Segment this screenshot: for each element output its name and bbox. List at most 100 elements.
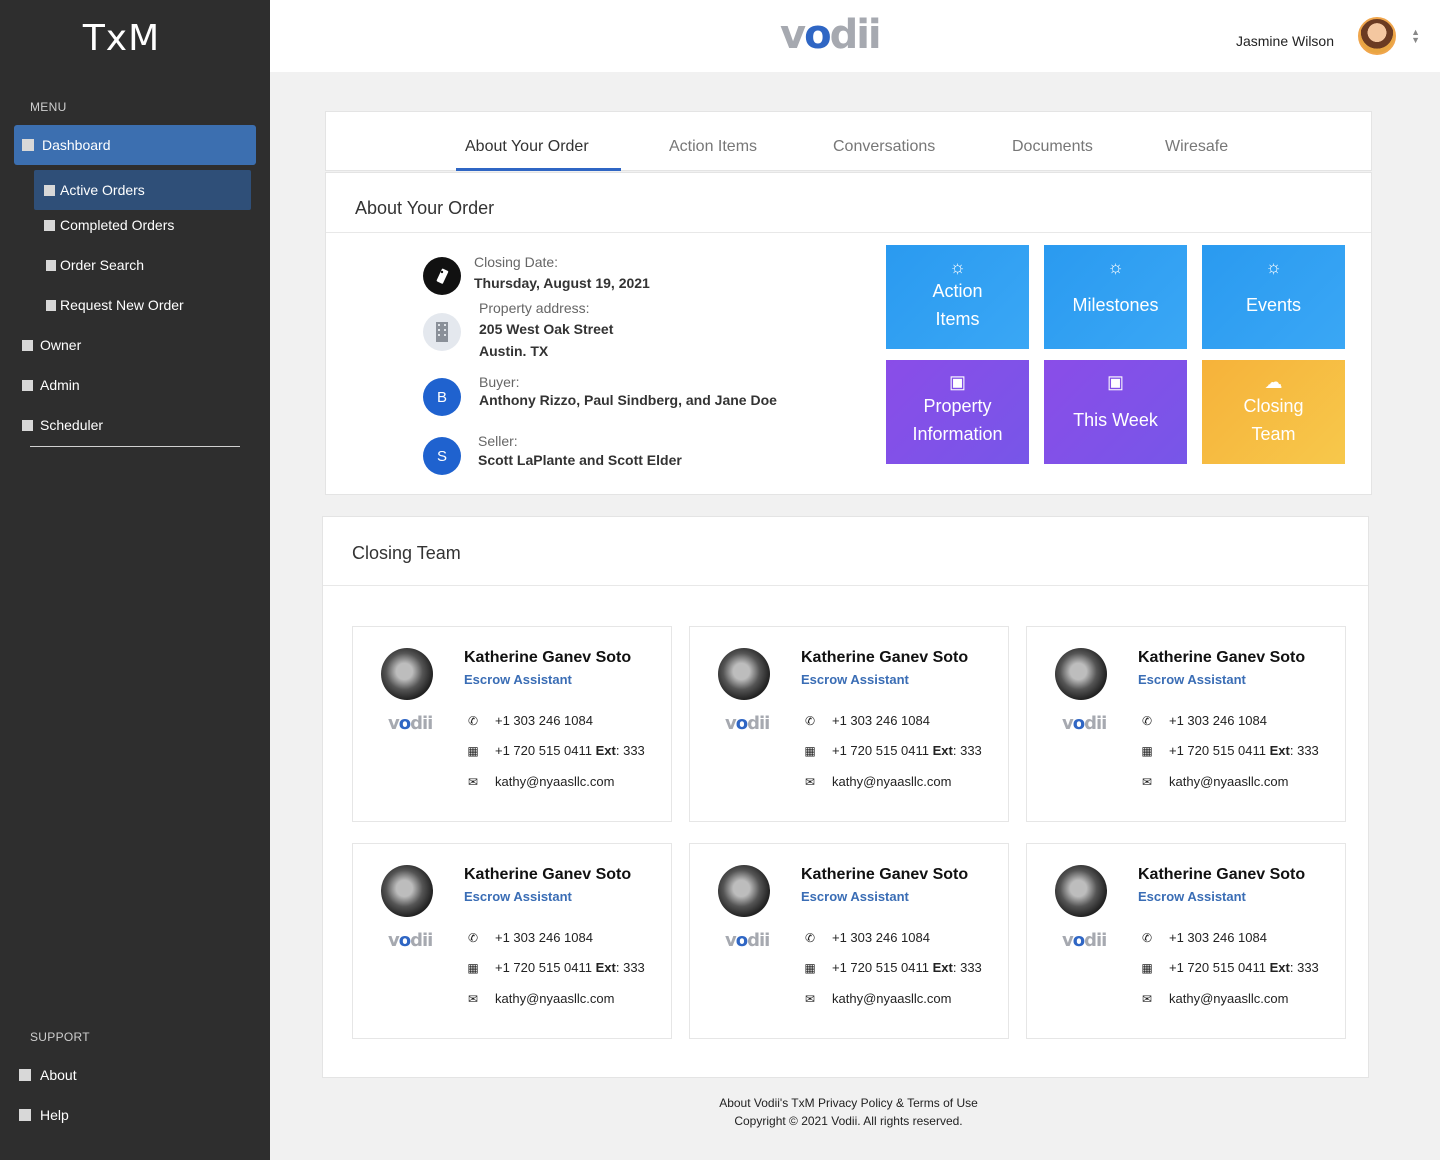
tab-conversations[interactable]: Conversations (833, 138, 935, 156)
member-role: Escrow Assistant (801, 672, 909, 687)
fax-icon: ▦ (467, 743, 479, 758)
sunrise-icon: ☼ (949, 257, 966, 277)
cloud-icon: ☁ (1264, 372, 1283, 392)
team-member-card[interactable]: vodii Katherine Ganev Soto Escrow Assistan… (352, 626, 672, 822)
member-name: Katherine Ganev Soto (1138, 866, 1306, 883)
sidebar-item-label: Scheduler (40, 417, 104, 433)
phone-icon: ✆ (1141, 713, 1153, 728)
member-office-phone[interactable]: ▦ +1 720 515 0411 Ext: 333 (802, 960, 981, 975)
member-role: Escrow Assistant (464, 889, 572, 904)
sort-caret-icon[interactable]: ▲ ▼ (1411, 28, 1420, 45)
member-role: Escrow Assistant (464, 672, 572, 687)
tab-documents[interactable]: Documents (1012, 138, 1093, 156)
sidebar-item-about[interactable]: About (19, 1065, 77, 1085)
sidebar-item-completed-orders[interactable]: Completed Orders (44, 215, 174, 235)
team-member-card[interactable]: vodii Katherine Ganev Soto Escrow Assistan… (1026, 626, 1346, 822)
footer-links[interactable]: About Vodii's TxM Privacy Policy & Terms… (325, 1096, 1372, 1110)
vodii-logo: vodii (388, 713, 433, 734)
sidebar-item-scheduler[interactable]: Scheduler (22, 415, 103, 435)
phone-icon: ✆ (804, 930, 816, 945)
tile-action-items[interactable]: ☼ Action Items (886, 245, 1029, 349)
team-member-card[interactable]: vodii Katherine Ganev Soto Escrow Assistan… (1026, 843, 1346, 1039)
phone-icon: ✆ (804, 713, 816, 728)
sidebar-item-dashboard[interactable]: Dashboard (14, 125, 256, 165)
closing-date-value: Thursday, August 19, 2021 (474, 275, 650, 291)
sidebar-item-admin[interactable]: Admin (22, 375, 80, 395)
tab-about-your-order[interactable]: About Your Order (465, 138, 589, 156)
mail-icon: ✉ (467, 774, 479, 789)
section-title: About Your Order (355, 198, 495, 218)
member-phone[interactable]: ✆ +1 303 246 1084 (1139, 713, 1267, 728)
member-office-phone[interactable]: ▦ +1 720 515 0411 Ext: 333 (802, 743, 981, 758)
square-icon (44, 219, 55, 231)
buyer-avatar: B (423, 378, 461, 416)
fax-icon: ▦ (1141, 960, 1153, 975)
buyer-label: Buyer: (479, 374, 520, 390)
calendar-icon: ▣ (1106, 372, 1125, 392)
sidebar-item-label: Order Search (60, 257, 145, 273)
member-office-phone[interactable]: ▦ +1 720 515 0411 Ext: 333 (465, 960, 644, 975)
member-name: Katherine Ganev Soto (801, 649, 969, 666)
footer-copyright: Copyright © 2021 Vodii. All rights reser… (734, 1114, 963, 1128)
user-avatar[interactable] (1358, 17, 1396, 55)
sidebar-item-request-new-order[interactable]: Request New Order (46, 295, 184, 315)
mail-icon: ✉ (804, 991, 816, 1006)
tab-wiresafe[interactable]: Wiresafe (1165, 138, 1228, 156)
sidebar-item-owner[interactable]: Owner (22, 335, 81, 355)
member-name: Katherine Ganev Soto (801, 866, 969, 883)
sidebar-item-label: About (40, 1067, 77, 1083)
tile-this-week[interactable]: ▣ This Week (1044, 360, 1187, 464)
app-brand: TxM (82, 18, 161, 59)
member-role: Escrow Assistant (1138, 672, 1246, 687)
avatar (1055, 648, 1107, 700)
team-member-card[interactable]: vodii Katherine Ganev Soto Escrow Assistan… (352, 843, 672, 1039)
vodii-logo[interactable]: vodii (780, 12, 882, 58)
property-address-line1: 205 West Oak Street (479, 321, 614, 337)
sidebar-item-active-orders[interactable]: Active Orders (34, 170, 251, 210)
mail-icon: ✉ (1141, 774, 1153, 789)
member-phone[interactable]: ✆ +1 303 246 1084 (802, 930, 930, 945)
sunrise-icon: ☼ (1265, 257, 1282, 277)
tile-milestones[interactable]: ☼ Milestones (1044, 245, 1187, 349)
member-phone[interactable]: ✆ +1 303 246 1084 (802, 713, 930, 728)
section-divider (326, 232, 1371, 233)
tile-closing-team[interactable]: ☁ Closing Team (1202, 360, 1345, 464)
member-phone[interactable]: ✆ +1 303 246 1084 (1139, 930, 1267, 945)
user-name[interactable]: Jasmine Wilson (1236, 33, 1334, 49)
member-office-phone[interactable]: ▦ +1 720 515 0411 Ext: 333 (1139, 960, 1318, 975)
sidebar-item-label: Owner (40, 337, 82, 353)
fax-icon: ▦ (1141, 743, 1153, 758)
square-icon (46, 259, 56, 271)
member-office-phone[interactable]: ▦ +1 720 515 0411 Ext: 333 (1139, 743, 1318, 758)
sidebar-item-order-search[interactable]: Order Search (46, 255, 144, 275)
sidebar: TxM MENU Dashboard Active Orders Complet… (0, 0, 270, 1160)
member-email[interactable]: ✉ kathy@nyaasllc.com (465, 991, 614, 1006)
team-member-card[interactable]: vodii Katherine Ganev Soto Escrow Assistan… (689, 843, 1009, 1039)
building-icon (423, 313, 461, 351)
member-phone[interactable]: ✆ +1 303 246 1084 (465, 930, 593, 945)
support-label: SUPPORT (30, 1030, 90, 1044)
sidebar-item-label: Help (40, 1107, 69, 1123)
mail-icon: ✉ (467, 991, 479, 1006)
member-phone[interactable]: ✆ +1 303 246 1084 (465, 713, 593, 728)
member-email[interactable]: ✉ kathy@nyaasllc.com (465, 774, 614, 789)
member-email[interactable]: ✉ kathy@nyaasllc.com (1139, 774, 1288, 789)
sidebar-item-help[interactable]: Help (19, 1105, 69, 1125)
member-office-phone[interactable]: ▦ +1 720 515 0411 Ext: 333 (465, 743, 644, 758)
tile-events[interactable]: ☼ Events (1202, 245, 1345, 349)
member-email[interactable]: ✉ kathy@nyaasllc.com (1139, 991, 1288, 1006)
avatar (718, 648, 770, 700)
team-member-card[interactable]: vodii Katherine Ganev Soto Escrow Assistan… (689, 626, 1009, 822)
square-icon (22, 139, 34, 151)
member-email[interactable]: ✉ kathy@nyaasllc.com (802, 991, 951, 1006)
member-email[interactable]: ✉ kathy@nyaasllc.com (802, 774, 951, 789)
phone-icon: ✆ (1141, 930, 1153, 945)
order-tabs: About Your Order Action Items Conversati… (325, 111, 1372, 171)
square-icon (19, 1109, 31, 1121)
sunrise-icon: ☼ (1107, 257, 1124, 277)
square-icon (19, 1069, 31, 1081)
tab-action-items[interactable]: Action Items (669, 138, 757, 156)
tile-property-information[interactable]: ▣ Property Information (886, 360, 1029, 464)
phone-icon: ✆ (467, 930, 479, 945)
member-name: Katherine Ganev Soto (464, 649, 632, 666)
